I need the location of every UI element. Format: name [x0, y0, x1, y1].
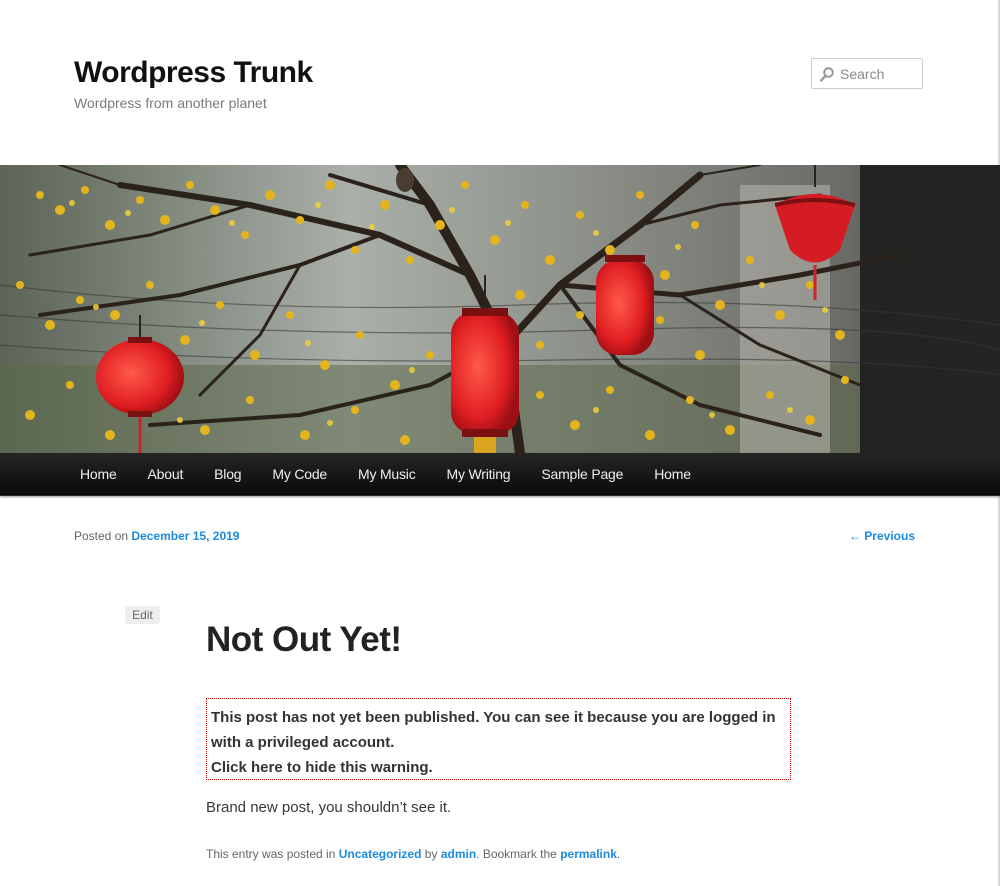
nav-item-blog[interactable]: Blog: [198, 453, 256, 496]
category-link[interactable]: Uncategorized: [339, 847, 422, 861]
nav-item-my-music[interactable]: My Music: [342, 453, 431, 496]
hide-warning-link[interactable]: Click here to hide this warning.: [211, 755, 786, 780]
nav-item-my-writing[interactable]: My Writing: [431, 453, 526, 496]
warning-text: This post has not yet been published. Yo…: [211, 709, 776, 751]
site-title[interactable]: Wordpress Trunk: [74, 56, 313, 90]
search-input[interactable]: [840, 65, 920, 83]
previous-post-link[interactable]: ← Previous: [849, 529, 915, 543]
author-link[interactable]: admin: [441, 847, 476, 861]
search-icon: [820, 67, 834, 82]
post-content: Brand new post, you shouldn’t see it.: [206, 799, 452, 816]
nav-item-my-code[interactable]: My Code: [256, 453, 342, 496]
search-box[interactable]: [811, 58, 923, 89]
posted-on: Posted on December 15, 2019: [74, 529, 239, 543]
entry-footer: This entry was posted in Uncategorized b…: [206, 847, 620, 861]
post-title: Not Out Yet!: [206, 620, 402, 659]
nav-item-home-2[interactable]: Home: [638, 453, 706, 496]
post-date-link[interactable]: December 15, 2019: [131, 529, 239, 543]
main-navigation: Home About Blog My Code My Music My Writ…: [0, 453, 1000, 496]
posted-on-label: Posted on: [74, 529, 129, 543]
permalink-link[interactable]: permalink: [560, 847, 617, 861]
nav-item-home[interactable]: Home: [64, 453, 132, 496]
entry-by-label: by: [424, 847, 438, 861]
site-description: Wordpress from another planet: [74, 95, 267, 111]
nav-item-sample-page[interactable]: Sample Page: [525, 453, 638, 496]
entry-prefix: This entry was posted in: [206, 847, 336, 861]
unpublished-warning: This post has not yet been published. Yo…: [206, 698, 791, 780]
nav-item-about[interactable]: About: [132, 453, 199, 496]
edit-button[interactable]: Edit: [125, 606, 160, 624]
entry-bookmark-label: . Bookmark the: [476, 847, 557, 861]
entry-suffix: .: [616, 847, 621, 861]
header-image[interactable]: [0, 165, 1000, 453]
lantern-right: [596, 255, 654, 355]
lantern-tree-photo: [0, 165, 1000, 453]
